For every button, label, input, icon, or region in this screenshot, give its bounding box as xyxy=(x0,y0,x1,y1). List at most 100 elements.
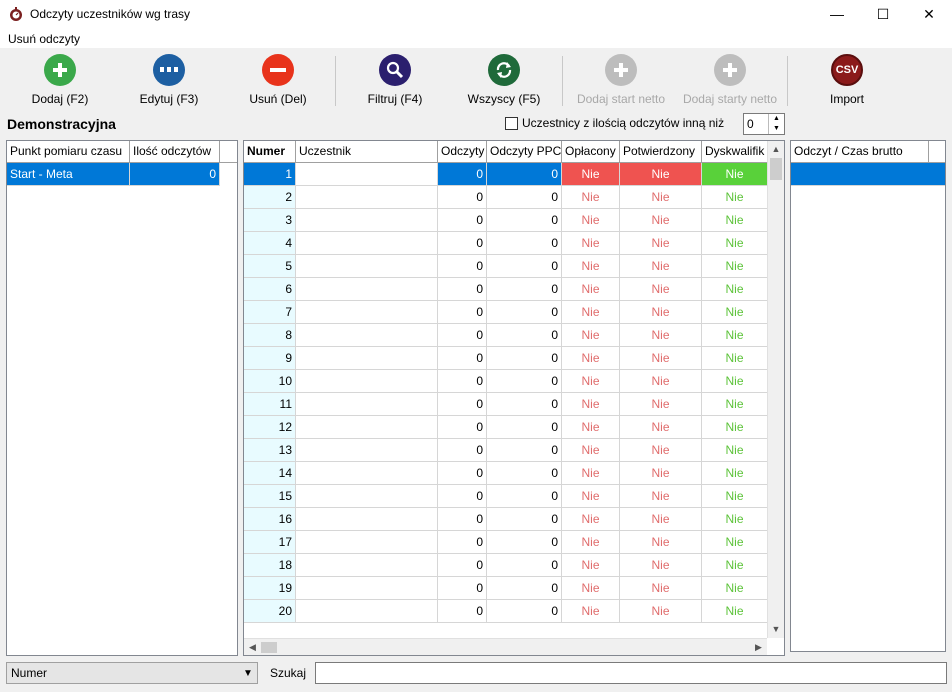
table-row[interactable]: 7 0 0 Nie Nie Nie xyxy=(244,301,784,324)
table-cell[interactable]: Nie xyxy=(702,600,768,623)
table-cell[interactable]: Nie xyxy=(702,347,768,370)
vertical-scrollbar[interactable]: ▲ ▼ xyxy=(767,141,784,638)
table-row[interactable]: 14 0 0 Nie Nie Nie xyxy=(244,462,784,485)
table-cell[interactable]: Nie xyxy=(562,462,620,485)
table-cell[interactable]: 18 xyxy=(244,554,296,577)
table-cell[interactable]: 8 xyxy=(244,324,296,347)
table-row[interactable]: 13 0 0 Nie Nie Nie xyxy=(244,439,784,462)
add-start-net-button[interactable]: Dodaj start netto xyxy=(570,54,672,106)
scrollbar-thumb[interactable] xyxy=(261,642,277,653)
table-cell[interactable]: 0 xyxy=(487,324,562,347)
table-cell[interactable]: 0 xyxy=(487,554,562,577)
table-cell[interactable]: 0 xyxy=(438,531,487,554)
table-cell[interactable]: Nie xyxy=(620,439,702,462)
column-header[interactable]: Numer xyxy=(244,141,296,162)
table-cell[interactable]: 0 xyxy=(487,209,562,232)
table-cell[interactable]: Nie xyxy=(702,370,768,393)
table-cell[interactable]: 0 xyxy=(487,186,562,209)
table-cell[interactable]: Nie xyxy=(620,531,702,554)
table-cell[interactable]: 12 xyxy=(244,416,296,439)
table-cell[interactable]: 0 xyxy=(487,416,562,439)
table-cell[interactable]: Nie xyxy=(702,163,768,186)
table-cell[interactable]: 0 xyxy=(487,163,562,186)
table-cell[interactable]: Nie xyxy=(620,370,702,393)
table-cell[interactable] xyxy=(296,462,438,485)
column-header[interactable]: Uczestnik xyxy=(296,141,438,162)
scroll-up-icon[interactable]: ▲ xyxy=(768,141,784,158)
table-row[interactable]: 1 0 0 Nie Nie Nie xyxy=(244,163,784,186)
table-cell[interactable] xyxy=(296,347,438,370)
table-cell[interactable]: 0 xyxy=(487,462,562,485)
table-cell[interactable]: 4 xyxy=(244,232,296,255)
table-cell[interactable] xyxy=(296,600,438,623)
table-cell[interactable]: 3 xyxy=(244,209,296,232)
column-header[interactable]: Punkt pomiaru czasu xyxy=(7,141,130,162)
table-cell[interactable]: 0 xyxy=(487,393,562,416)
table-cell[interactable]: Nie xyxy=(620,554,702,577)
table-row[interactable]: 19 0 0 Nie Nie Nie xyxy=(244,577,784,600)
table-cell[interactable]: Nie xyxy=(620,186,702,209)
edit-button[interactable]: Edytuj (F3) xyxy=(132,54,206,106)
table-cell[interactable]: Nie xyxy=(562,324,620,347)
column-header[interactable]: Odczyty xyxy=(438,141,487,162)
table-cell[interactable] xyxy=(296,416,438,439)
table-cell[interactable]: Nie xyxy=(702,278,768,301)
table-cell[interactable]: 0 xyxy=(438,462,487,485)
table-cell[interactable]: 0 xyxy=(438,232,487,255)
table-cell[interactable]: Nie xyxy=(620,393,702,416)
table-cell[interactable]: 0 xyxy=(438,393,487,416)
table-cell[interactable]: 0 xyxy=(438,439,487,462)
add-button[interactable]: Dodaj (F2) xyxy=(24,54,96,106)
table-cell[interactable]: 0 xyxy=(438,600,487,623)
delete-button[interactable]: Usuń (Del) xyxy=(243,54,313,106)
table-cell[interactable]: 0 xyxy=(487,301,562,324)
table-cell[interactable] xyxy=(296,531,438,554)
table-cell[interactable]: 10 xyxy=(244,370,296,393)
table-cell[interactable]: Nie xyxy=(562,255,620,278)
table-cell[interactable]: Nie xyxy=(620,462,702,485)
table-row[interactable] xyxy=(791,163,945,186)
table-cell[interactable]: 5 xyxy=(244,255,296,278)
table-cell[interactable]: Nie xyxy=(702,462,768,485)
table-cell[interactable]: Nie xyxy=(702,416,768,439)
table-cell[interactable]: Nie xyxy=(562,186,620,209)
column-header[interactable]: Dyskwalifik xyxy=(702,141,768,162)
table-row[interactable]: 8 0 0 Nie Nie Nie xyxy=(244,324,784,347)
table-cell[interactable]: Nie xyxy=(620,324,702,347)
table-cell[interactable]: 13 xyxy=(244,439,296,462)
table-cell[interactable]: Nie xyxy=(702,439,768,462)
table-row[interactable]: 2 0 0 Nie Nie Nie xyxy=(244,186,784,209)
table-cell[interactable]: 0 xyxy=(487,577,562,600)
table-cell[interactable]: Nie xyxy=(562,163,620,186)
table-cell[interactable]: Nie xyxy=(620,255,702,278)
table-cell[interactable]: Nie xyxy=(620,508,702,531)
table-cell[interactable]: 0 xyxy=(438,186,487,209)
table-row[interactable]: 3 0 0 Nie Nie Nie xyxy=(244,209,784,232)
table-row[interactable]: 17 0 0 Nie Nie Nie xyxy=(244,531,784,554)
table-cell[interactable]: 0 xyxy=(438,163,487,186)
table-cell[interactable]: Nie xyxy=(620,577,702,600)
maximize-button[interactable]: ☐ xyxy=(860,0,906,28)
import-button[interactable]: CSV Import xyxy=(818,54,876,106)
table-cell[interactable]: Nie xyxy=(702,324,768,347)
table-cell[interactable]: 19 xyxy=(244,577,296,600)
table-row[interactable]: 9 0 0 Nie Nie Nie xyxy=(244,347,784,370)
table-cell[interactable] xyxy=(296,393,438,416)
table-cell[interactable]: 0 xyxy=(487,232,562,255)
table-cell[interactable]: 0 xyxy=(438,554,487,577)
table-row[interactable]: 20 0 0 Nie Nie Nie xyxy=(244,600,784,623)
table-cell[interactable]: Nie xyxy=(562,531,620,554)
filter-button[interactable]: Filtruj (F4) xyxy=(358,54,432,106)
table-cell[interactable] xyxy=(296,163,438,186)
search-input[interactable] xyxy=(315,662,947,684)
table-cell[interactable]: 0 xyxy=(438,209,487,232)
table-cell[interactable]: 15 xyxy=(244,485,296,508)
table-cell[interactable]: 0 xyxy=(438,278,487,301)
table-cell[interactable]: Nie xyxy=(620,232,702,255)
table-row[interactable]: 15 0 0 Nie Nie Nie xyxy=(244,485,784,508)
table-cell[interactable]: Nie xyxy=(702,186,768,209)
table-cell[interactable]: 9 xyxy=(244,347,296,370)
table-cell[interactable]: 17 xyxy=(244,531,296,554)
table-cell[interactable]: Nie xyxy=(562,301,620,324)
table-cell[interactable]: Nie xyxy=(702,485,768,508)
